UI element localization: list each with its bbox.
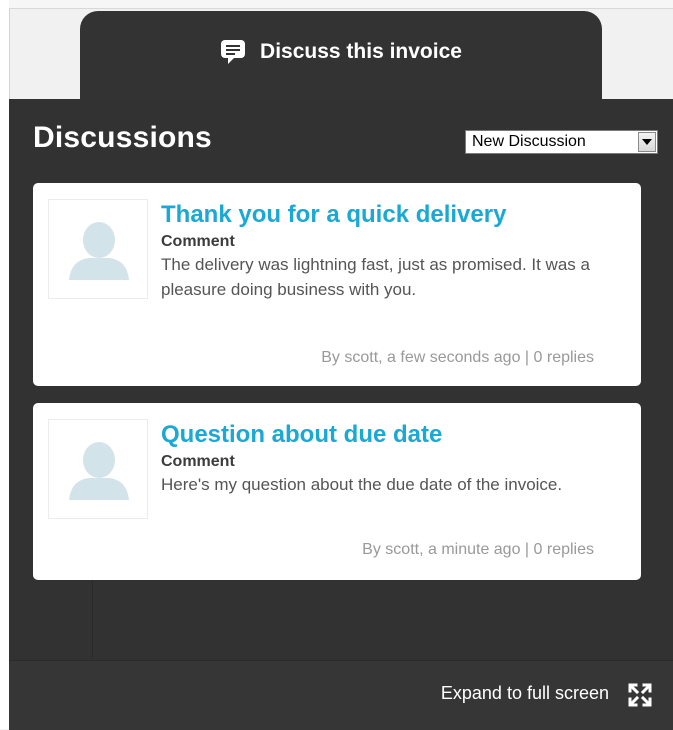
page-title: Discussions (33, 121, 212, 154)
avatar (48, 419, 148, 519)
discussion-meta: By scott, a few seconds ago | 0 replies (321, 349, 594, 366)
discuss-invoice-tab[interactable]: Discuss this invoice (80, 11, 602, 103)
discussion-title-link[interactable]: Thank you for a quick delivery (161, 201, 601, 229)
discussion-card[interactable]: Thank you for a quick delivery Comment T… (33, 183, 641, 386)
tab-label: Discuss this invoice (260, 40, 462, 63)
discussion-title-link[interactable]: Question about due date (161, 421, 601, 449)
discussion-text: Here's my question about the due date of… (161, 475, 563, 494)
user-silhouette-icon (69, 442, 129, 500)
panel-footer: Expand to full screen (9, 660, 673, 730)
new-discussion-select[interactable]: New Discussion (465, 130, 658, 154)
discussion-text: The delivery was lightning fast, just as… (161, 255, 590, 299)
panel-divider (92, 579, 93, 659)
discussions-panel: Discussions New Discussion Thank you for… (9, 99, 673, 729)
chat-bubble-icon (221, 40, 246, 64)
expand-fullscreen-icon[interactable] (628, 683, 652, 707)
expand-full-screen-link[interactable]: Expand to full screen (441, 683, 609, 704)
dropdown-arrow-icon[interactable] (638, 132, 656, 152)
discussion-card[interactable]: Question about due date Comment Here's m… (33, 403, 641, 580)
discussion-meta: By scott, a minute ago | 0 replies (362, 541, 594, 558)
discussion-type: Comment (161, 233, 235, 250)
user-silhouette-icon (69, 222, 129, 280)
background-page-top (9, 0, 673, 9)
new-discussion-select-value: New Discussion (472, 133, 586, 150)
avatar (48, 199, 148, 299)
discussion-type: Comment (161, 453, 235, 470)
